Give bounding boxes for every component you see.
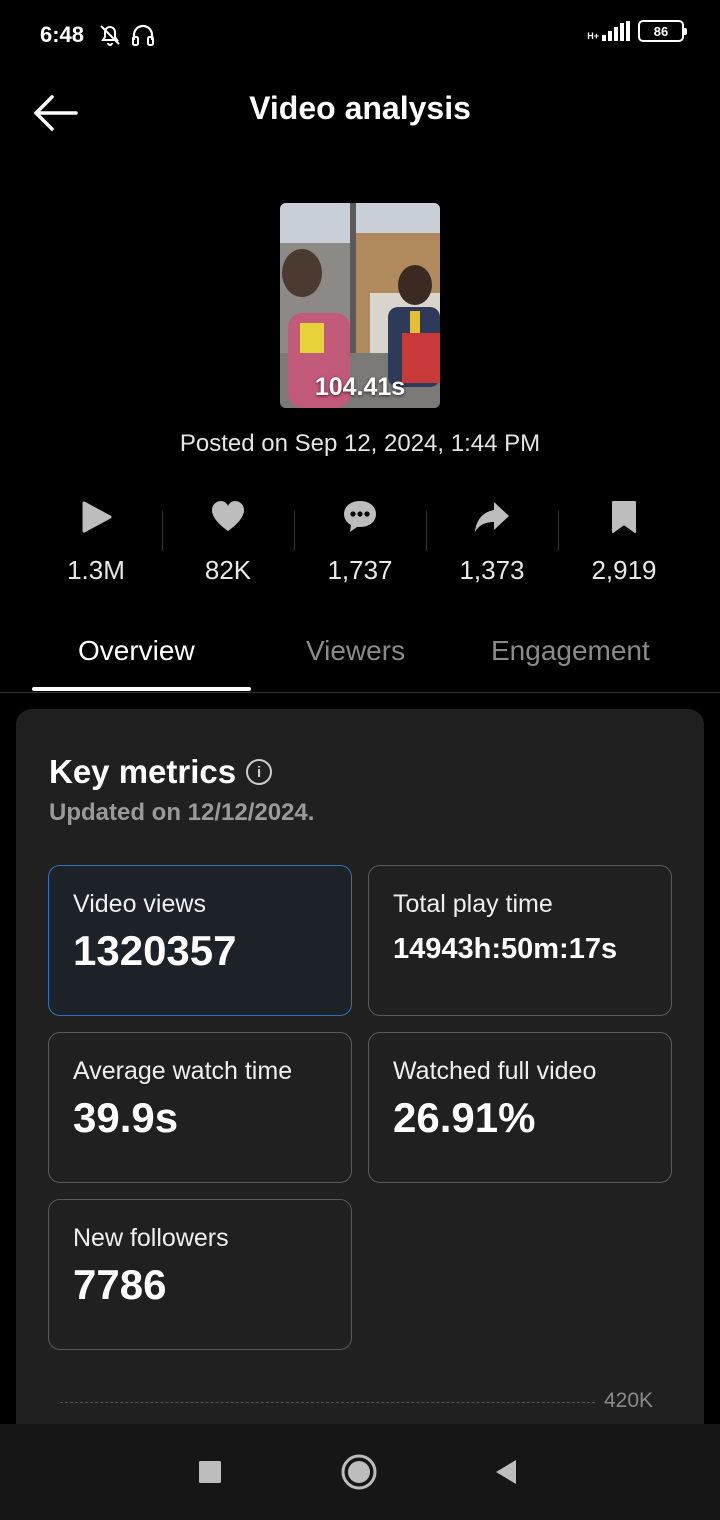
metric-label: Video views [73, 890, 206, 918]
stat-saves: 2,919 [558, 495, 690, 595]
home-icon[interactable] [340, 1452, 378, 1492]
page-title: Video analysis [249, 90, 471, 126]
tab-engagement[interactable]: Engagement [491, 635, 650, 667]
notifications-muted-icon [100, 25, 120, 46]
system-nav-bar [0, 1424, 720, 1520]
signal-icon [602, 21, 630, 41]
metric-value: 26.91% [393, 1094, 536, 1141]
stat-shares-value: 1,373 [459, 555, 525, 585]
tab-overview[interactable]: Overview [78, 635, 195, 667]
stat-likes-value: 82K [204, 555, 252, 585]
network-type: H+ [587, 31, 599, 41]
metric-watched-full-video[interactable]: Watched full video 26.91% [368, 1032, 672, 1183]
metric-value: 14943h:50m:17s [393, 933, 618, 965]
back-icon[interactable] [492, 1454, 520, 1490]
stat-saves-value: 2,919 [591, 555, 657, 585]
stats-row: 1.3M 82K 1,737 1,373 2,919 [30, 495, 690, 595]
chart-y-tick: 420K [604, 1389, 654, 1412]
stat-views: 1.3M [30, 495, 162, 595]
metric-label: Average watch time [73, 1057, 293, 1085]
tab-viewers[interactable]: Viewers [306, 635, 405, 667]
metric-total-play-time[interactable]: Total play time 14943h:50m:17s [368, 865, 672, 1016]
metric-video-views[interactable]: Video views 1320357 [48, 865, 352, 1016]
chart-gridline [60, 1402, 595, 1403]
bookmark-icon [612, 501, 636, 533]
comment-icon [344, 501, 376, 532]
metric-average-watch-time[interactable]: Average watch time 39.9s [48, 1032, 352, 1183]
key-metrics-title: Key metrics [49, 753, 237, 790]
metric-label: Total play time [393, 890, 553, 918]
battery-icon: 86 [638, 20, 687, 42]
metric-new-followers[interactable]: New followers 7786 [48, 1199, 352, 1350]
info-icon[interactable]: i [246, 759, 273, 785]
stat-likes: 82K [162, 495, 294, 595]
stat-shares: 1,373 [426, 495, 558, 595]
heart-icon [212, 501, 244, 531]
stat-comments: 1,737 [294, 495, 426, 595]
posted-date: Posted on Sep 12, 2024, 1:44 PM [179, 430, 541, 457]
header: Video analysis [0, 80, 720, 140]
metric-label: New followers [73, 1224, 229, 1252]
updated-date: Updated on 12/12/2024. [49, 799, 315, 826]
recents-icon[interactable] [197, 1454, 223, 1490]
metric-value: 39.9s [73, 1094, 179, 1141]
status-bar: 6:48 H+ 86 [0, 0, 720, 70]
play-icon [82, 501, 112, 533]
video-duration: 104.41s [314, 373, 406, 401]
share-icon [475, 502, 509, 532]
status-time: 6:48 [40, 22, 85, 47]
metric-label: Watched full video [393, 1057, 597, 1085]
battery-level: 86 [653, 23, 669, 39]
metric-value: 1320357 [73, 927, 237, 974]
tab-bar: Overview Viewers Engagement [0, 625, 720, 693]
headset-icon [132, 24, 154, 46]
key-metrics-card: Key metrics i Updated on 12/12/2024. Vid… [16, 709, 704, 1469]
metric-value: 7786 [73, 1261, 167, 1308]
stat-comments-value: 1,737 [327, 555, 393, 585]
stat-views-value: 1.3M [67, 555, 125, 585]
tab-active-indicator [32, 687, 251, 691]
video-thumbnail[interactable]: 104.41s [280, 203, 440, 408]
